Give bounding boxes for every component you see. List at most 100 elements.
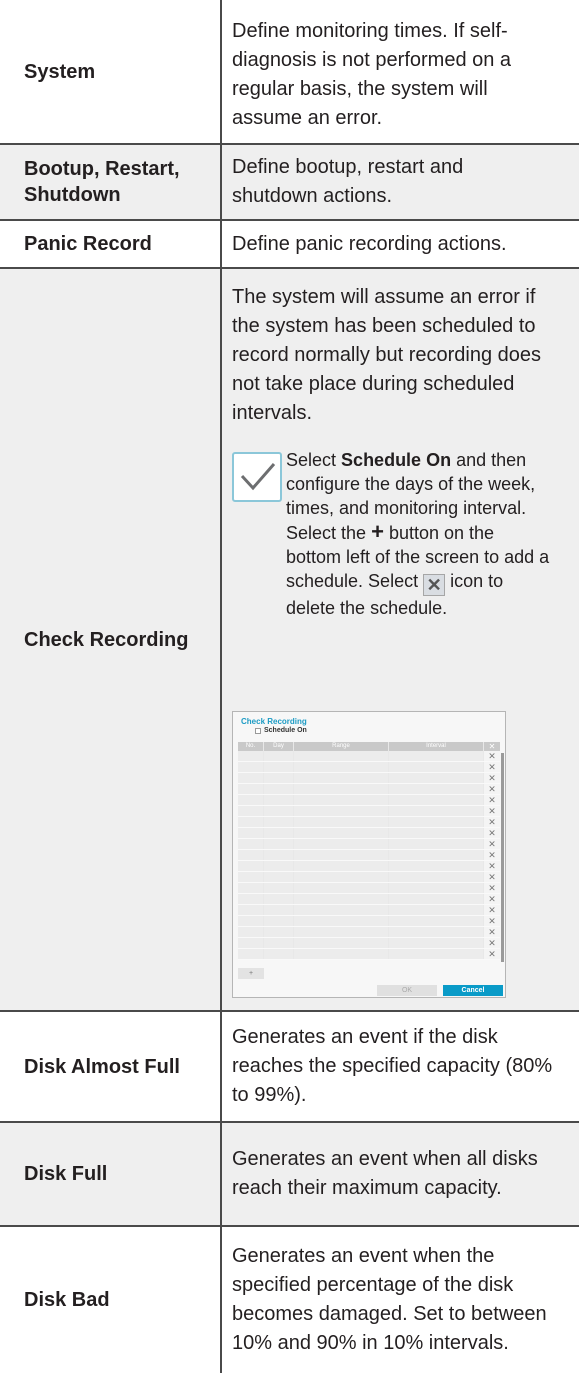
grid-cell[interactable] <box>389 905 484 915</box>
grid-cell[interactable] <box>238 817 264 827</box>
grid-cell[interactable] <box>238 839 264 849</box>
grid-cell[interactable] <box>389 894 484 904</box>
grid-cell[interactable] <box>294 872 389 882</box>
grid-cell[interactable] <box>264 883 294 893</box>
grid-cell[interactable] <box>264 927 294 937</box>
grid-cell[interactable] <box>294 773 389 783</box>
grid-cell[interactable] <box>389 861 484 871</box>
grid-cell[interactable] <box>238 784 264 794</box>
grid-cell[interactable] <box>238 850 264 860</box>
grid-cell[interactable] <box>294 916 389 926</box>
grid-cell[interactable] <box>264 839 294 849</box>
grid-cell[interactable] <box>389 938 484 948</box>
delete-row-icon[interactable]: ✕ <box>484 916 500 926</box>
grid-cell[interactable] <box>389 949 484 959</box>
grid-cell[interactable] <box>264 817 294 827</box>
grid-cell[interactable] <box>264 894 294 904</box>
grid-cell[interactable] <box>294 938 389 948</box>
grid-cell[interactable] <box>238 883 264 893</box>
grid-cell[interactable] <box>294 795 389 805</box>
grid-cell[interactable] <box>389 784 484 794</box>
grid-cell[interactable] <box>238 927 264 937</box>
grid-cell[interactable] <box>238 751 264 761</box>
delete-row-icon[interactable]: ✕ <box>484 828 500 838</box>
delete-row-icon[interactable]: ✕ <box>484 751 500 761</box>
cancel-button[interactable]: Cancel <box>443 985 503 996</box>
grid-cell[interactable] <box>264 762 294 772</box>
delete-row-icon[interactable]: ✕ <box>484 762 500 772</box>
grid-cell[interactable] <box>264 916 294 926</box>
grid-cell[interactable] <box>294 905 389 915</box>
grid-cell[interactable] <box>238 828 264 838</box>
grid-cell[interactable] <box>389 751 484 761</box>
grid-cell[interactable] <box>238 861 264 871</box>
grid-cell[interactable] <box>238 949 264 959</box>
grid-cell[interactable] <box>264 938 294 948</box>
grid-cell[interactable] <box>238 762 264 772</box>
grid-cell[interactable] <box>238 894 264 904</box>
scrollbar[interactable] <box>501 753 504 962</box>
grid-cell[interactable] <box>264 806 294 816</box>
grid-cell[interactable] <box>264 850 294 860</box>
grid-cell[interactable] <box>264 949 294 959</box>
delete-row-icon[interactable]: ✕ <box>484 784 500 794</box>
grid-cell[interactable] <box>238 773 264 783</box>
grid-cell[interactable] <box>389 795 484 805</box>
grid-cell[interactable] <box>264 861 294 871</box>
schedule-on-checkbox[interactable]: Schedule On <box>255 727 307 734</box>
grid-cell[interactable] <box>264 905 294 915</box>
grid-cell[interactable] <box>389 828 484 838</box>
grid-cell[interactable] <box>264 751 294 761</box>
grid-cell[interactable] <box>294 883 389 893</box>
grid-cell[interactable] <box>294 762 389 772</box>
grid-cell[interactable] <box>264 795 294 805</box>
grid-cell[interactable] <box>294 949 389 959</box>
checkbox-box[interactable] <box>255 727 261 734</box>
grid-cell[interactable] <box>238 938 264 948</box>
grid-cell[interactable] <box>389 927 484 937</box>
grid-cell[interactable] <box>294 894 389 904</box>
delete-row-icon[interactable]: ✕ <box>484 817 500 827</box>
delete-row-icon[interactable]: ✕ <box>484 883 500 893</box>
grid-cell[interactable] <box>389 850 484 860</box>
delete-all-icon[interactable]: ✕ <box>484 742 500 751</box>
delete-row-icon[interactable]: ✕ <box>484 905 500 915</box>
delete-row-icon[interactable]: ✕ <box>484 850 500 860</box>
grid-cell[interactable] <box>238 795 264 805</box>
delete-row-icon[interactable]: ✕ <box>484 795 500 805</box>
grid-cell[interactable] <box>389 872 484 882</box>
grid-cell[interactable] <box>294 861 389 871</box>
delete-row-icon[interactable]: ✕ <box>484 861 500 871</box>
grid-cell[interactable] <box>294 751 389 761</box>
delete-row-icon[interactable]: ✕ <box>484 872 500 882</box>
add-schedule-button[interactable]: + <box>238 968 264 979</box>
grid-cell[interactable] <box>238 806 264 816</box>
grid-cell[interactable] <box>294 817 389 827</box>
grid-cell[interactable] <box>238 916 264 926</box>
grid-cell[interactable] <box>264 872 294 882</box>
delete-row-icon[interactable]: ✕ <box>484 806 500 816</box>
grid-cell[interactable] <box>294 828 389 838</box>
delete-row-icon[interactable]: ✕ <box>484 773 500 783</box>
delete-row-icon[interactable]: ✕ <box>484 927 500 937</box>
grid-cell[interactable] <box>389 773 484 783</box>
grid-cell[interactable] <box>264 773 294 783</box>
ok-button[interactable]: OK <box>377 985 437 996</box>
delete-row-icon[interactable]: ✕ <box>484 894 500 904</box>
grid-cell[interactable] <box>238 872 264 882</box>
grid-cell[interactable] <box>238 905 264 915</box>
delete-row-icon[interactable]: ✕ <box>484 949 500 959</box>
grid-cell[interactable] <box>389 916 484 926</box>
grid-cell[interactable] <box>264 784 294 794</box>
grid-cell[interactable] <box>294 839 389 849</box>
grid-cell[interactable] <box>294 927 389 937</box>
grid-cell[interactable] <box>389 839 484 849</box>
delete-row-icon[interactable]: ✕ <box>484 938 500 948</box>
grid-cell[interactable] <box>389 806 484 816</box>
grid-cell[interactable] <box>389 817 484 827</box>
grid-cell[interactable] <box>294 806 389 816</box>
grid-cell[interactable] <box>294 784 389 794</box>
grid-cell[interactable] <box>389 883 484 893</box>
grid-cell[interactable] <box>389 762 484 772</box>
delete-row-icon[interactable]: ✕ <box>484 839 500 849</box>
